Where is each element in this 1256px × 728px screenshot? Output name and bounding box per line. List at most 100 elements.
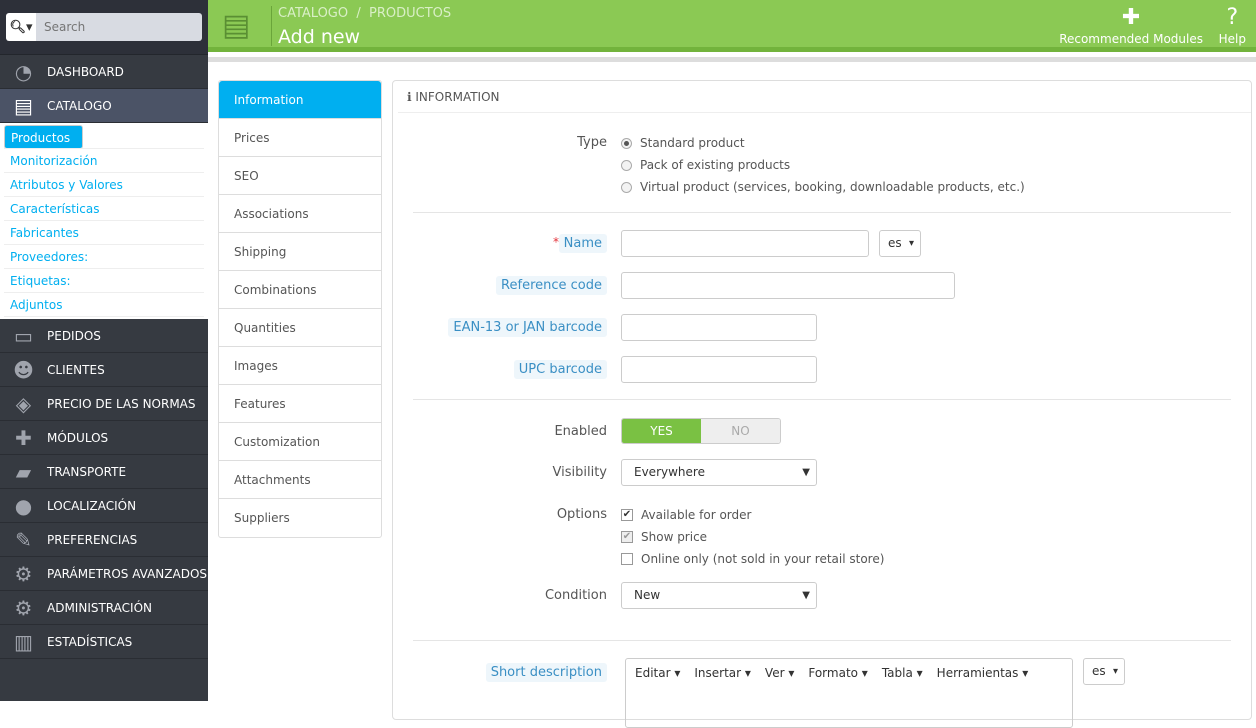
breadcrumb-catalogo[interactable]: CATALOGO <box>278 6 348 21</box>
book-icon: ▤ <box>14 93 33 118</box>
submenu-item[interactable]: Fabricantes <box>4 221 204 245</box>
editor-menu-item[interactable]: Tabla ▾ <box>882 666 923 680</box>
panel-heading: ℹ INFORMATION <box>398 81 1251 113</box>
sidebar-item-label: PRECIO DE LAS NORMAS <box>47 396 196 411</box>
upc-label: UPC barcode <box>513 360 607 379</box>
submenu-item[interactable]: Monitorización <box>4 149 204 173</box>
sidebar-item-label: PREFERENCIAS <box>47 532 138 547</box>
reference-input[interactable] <box>621 272 955 299</box>
recommended-modules-button[interactable]: ✚ Recommended Modules <box>1059 4 1203 46</box>
submenu-item[interactable]: Etiquetas: <box>4 269 204 293</box>
tab-associations[interactable]: Associations <box>219 195 381 233</box>
sidebar-item-label: PEDIDOS <box>47 328 101 343</box>
editor-menu-item[interactable]: Herramientas ▾ <box>937 666 1029 680</box>
tab-suppliers[interactable]: Suppliers <box>219 499 381 537</box>
submenu-item[interactable]: Características <box>4 197 204 221</box>
condition-select[interactable]: New ▼ <box>621 582 817 609</box>
ean-label: EAN-13 or JAN barcode <box>448 318 607 337</box>
sidebar-item-label: DASHBOARD <box>47 64 124 79</box>
help-icon: ? <box>1226 5 1239 30</box>
sidebar-item-bar-chart[interactable]: ▥ ESTADÍSTICAS <box>0 625 208 659</box>
sidebar: 🔍︎▾ ◔ DASHBOARD ▤ CATALOGO ProductosCategorí… <box>0 0 208 701</box>
submenu-item[interactable]: Productos <box>4 125 84 149</box>
sidebar-item-label: LOCALIZACIÓN <box>47 498 137 513</box>
short-description-editor[interactable]: Editar ▾ Insertar ▾ Ver ▾ Formato ▾ Tabla ▾ H… <box>625 658 1073 728</box>
submenu-item[interactable]: Atributos y Valores <box>4 173 204 197</box>
submenu-item[interactable]: Adjuntos <box>4 293 204 317</box>
tab-combinations[interactable]: Combinations <box>219 271 381 309</box>
tab-attachments[interactable]: Attachments <box>219 461 381 499</box>
info-icon: ℹ <box>407 90 412 104</box>
puzzle-icon: ✚ <box>1121 5 1141 30</box>
breadcrumb-productos[interactable]: PRODUCTOS <box>369 6 451 21</box>
credit-card-icon: ▭ <box>14 323 33 348</box>
type-label: Type <box>577 135 607 150</box>
options-label: Options <box>556 507 607 522</box>
section-title: INFORMATION <box>415 90 500 104</box>
sidebar-item-globe[interactable]: ● LOCALIZACIÓN <box>0 489 208 523</box>
sidebar-item-label: ESTADÍSTICAS <box>47 634 133 649</box>
search-input[interactable] <box>36 13 202 41</box>
tab-information[interactable]: Information <box>219 81 381 119</box>
enabled-toggle[interactable]: YES NO <box>621 418 781 444</box>
sidebar-item-label: MÓDULOS <box>47 430 109 445</box>
sidebar-item-credit-card[interactable]: ▭ PEDIDOS <box>0 319 208 353</box>
truck-icon: ▰ <box>15 459 32 484</box>
checkbox-online-only[interactable]: Online only (not sold in your retail sto… <box>621 552 884 566</box>
submenu-item[interactable]: Proveedores: <box>4 245 204 269</box>
name-language-select[interactable]: es ▾ <box>879 230 921 257</box>
editor-menu-item[interactable]: Formato ▾ <box>808 666 867 680</box>
wrench-icon: ✎ <box>15 527 32 552</box>
tab-shipping[interactable]: Shipping <box>219 233 381 271</box>
sidebar-item-label: CATALOGO <box>47 98 112 113</box>
name-label: Name <box>558 234 607 253</box>
catalog-submenu: ProductosCategoríasMonitorizaciónAtribut… <box>0 123 208 319</box>
condition-label: Condition <box>544 588 607 603</box>
tab-images[interactable]: Images <box>219 347 381 385</box>
reference-label: Reference code <box>496 276 607 295</box>
breadcrumb: CATALOGO / PRODUCTOS <box>278 6 451 21</box>
name-input[interactable] <box>621 230 869 257</box>
short-description-language-select[interactable]: es ▾ <box>1083 658 1125 685</box>
bar-chart-icon: ▥ <box>14 629 33 654</box>
sidebar-item-users[interactable]: ☻ CLIENTES <box>0 353 208 387</box>
users-icon: ☻ <box>13 357 34 382</box>
sidebar-item-cogs[interactable]: ⚙ PARÁMETROS AVANZADOS <box>0 557 208 591</box>
help-button[interactable]: ? Help <box>1219 4 1246 46</box>
tab-prices[interactable]: Prices <box>219 119 381 157</box>
dashboard-icon: ◔ <box>14 59 33 84</box>
radio-pack-product[interactable]: Pack of existing products <box>621 158 790 172</box>
breadcrumb-separator: / <box>356 6 361 21</box>
search-type-button[interactable]: 🔍︎ ▾ <box>6 13 36 41</box>
checkbox-show-price[interactable]: ✔ Show price <box>621 530 707 544</box>
visibility-label: Visibility <box>552 465 607 480</box>
radio-standard-product[interactable]: Standard product <box>621 136 745 150</box>
tab-customization[interactable]: Customization <box>219 423 381 461</box>
tab-quantities[interactable]: Quantities <box>219 309 381 347</box>
sidebar-item-book[interactable]: ▤ CATALOGO <box>0 89 208 123</box>
upc-input[interactable] <box>621 356 817 383</box>
globe-icon: ● <box>14 493 33 518</box>
visibility-select[interactable]: Everywhere ▼ <box>621 459 817 486</box>
checkbox-available-for-order[interactable]: ✔ Available for order <box>621 508 751 522</box>
information-panel: ℹ INFORMATION Type Standard product Pack… <box>392 80 1252 728</box>
sidebar-item-truck[interactable]: ▰ TRANSPORTE <box>0 455 208 489</box>
tab-features[interactable]: Features <box>219 385 381 423</box>
help-label: Help <box>1218 32 1246 46</box>
radio-virtual-product[interactable]: Virtual product (services, booking, down… <box>621 180 1025 194</box>
sidebar-item-dashboard[interactable]: ◔ DASHBOARD <box>0 55 208 89</box>
search-icon: 🔍︎ <box>9 19 26 35</box>
short-description-label: Short description <box>485 663 607 682</box>
sidebar-item-puzzle[interactable]: ✚ MÓDULOS <box>0 421 208 455</box>
sidebar-item-cog[interactable]: ⚙ ADMINISTRACIÓN <box>0 591 208 625</box>
sidebar-item-tags[interactable]: ◈ PRECIO DE LAS NORMAS <box>0 387 208 421</box>
editor-menu-item[interactable]: Insertar ▾ <box>694 666 751 680</box>
sidebar-item-label: CLIENTES <box>47 362 105 377</box>
editor-menu-item[interactable]: Ver ▾ <box>765 666 794 680</box>
sidebar-item-wrench[interactable]: ✎ PREFERENCIAS <box>0 523 208 557</box>
tab-seo[interactable]: SEO <box>219 157 381 195</box>
editor-menu-item[interactable]: Editar ▾ <box>635 666 680 680</box>
ean-input[interactable] <box>621 314 817 341</box>
enabled-yes[interactable]: YES <box>622 419 701 443</box>
enabled-no[interactable]: NO <box>701 419 780 443</box>
